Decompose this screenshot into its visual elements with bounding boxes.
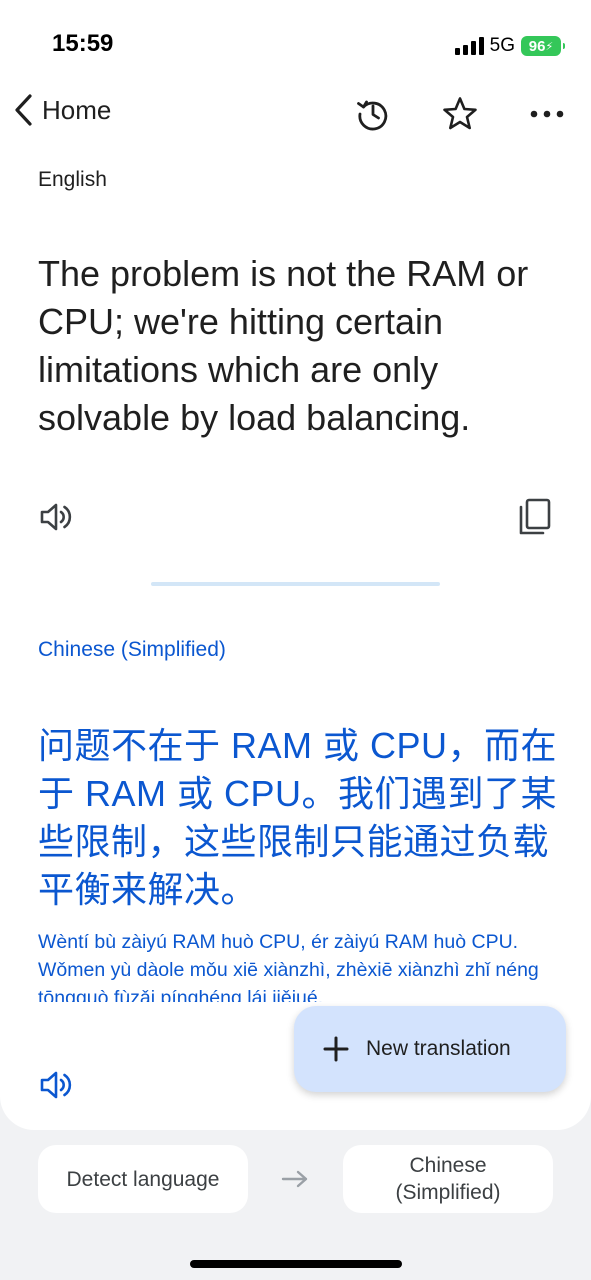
- new-translation-label: New translation: [366, 1037, 511, 1060]
- source-text[interactable]: The problem is not the RAM or CPU; we're…: [38, 250, 563, 442]
- romanization-text: Wèntí bù zàiyú RAM huò CPU, ér zàiyú RAM…: [38, 931, 539, 1002]
- plus-icon: [322, 1035, 350, 1063]
- more-icon[interactable]: [525, 92, 569, 136]
- target-language-button[interactable]: Chinese (Simplified): [343, 1145, 553, 1213]
- translated-text[interactable]: 问题不在于 RAM 或 CPU，而在于 RAM 或 CPU。我们遇到了某些限制，…: [38, 722, 558, 914]
- source-language-label: English: [38, 168, 107, 191]
- status-time: 15:59: [52, 30, 114, 57]
- status-indicators: 5G 96 ⚡: [454, 35, 565, 57]
- new-translation-button[interactable]: New translation: [294, 1006, 566, 1092]
- target-listen-button[interactable]: [32, 1061, 80, 1109]
- source-listen-button[interactable]: [32, 493, 80, 541]
- source-language-button-label: Detect language: [66, 1167, 220, 1191]
- chevron-left-icon: [15, 94, 32, 126]
- history-icon[interactable]: [351, 92, 395, 136]
- signal-icon: [454, 37, 484, 55]
- section-divider: [151, 582, 440, 586]
- copy-button[interactable]: [511, 493, 559, 541]
- speaker-icon: [40, 503, 72, 531]
- back-button[interactable]: Home: [12, 92, 111, 128]
- back-label: Home: [42, 94, 112, 125]
- speaker-icon: [40, 1071, 72, 1099]
- battery-icon: 96 ⚡: [521, 36, 565, 56]
- star-icon[interactable]: [438, 92, 482, 136]
- top-nav: Home: [0, 88, 591, 140]
- arrow-right-icon[interactable]: [280, 1166, 310, 1192]
- target-language-label: Chinese (Simplified): [38, 638, 226, 661]
- source-language-button[interactable]: Detect language: [38, 1145, 248, 1213]
- target-language-button-label: Chinese (Simplified): [395, 1154, 501, 1204]
- copy-icon: [519, 498, 551, 535]
- translation-card: 15:59 5G 96 ⚡ Home English The problem i…: [0, 0, 591, 1130]
- home-indicator[interactable]: [190, 1260, 402, 1268]
- network-label: 5G: [489, 35, 515, 56]
- battery-level: 96: [528, 37, 546, 55]
